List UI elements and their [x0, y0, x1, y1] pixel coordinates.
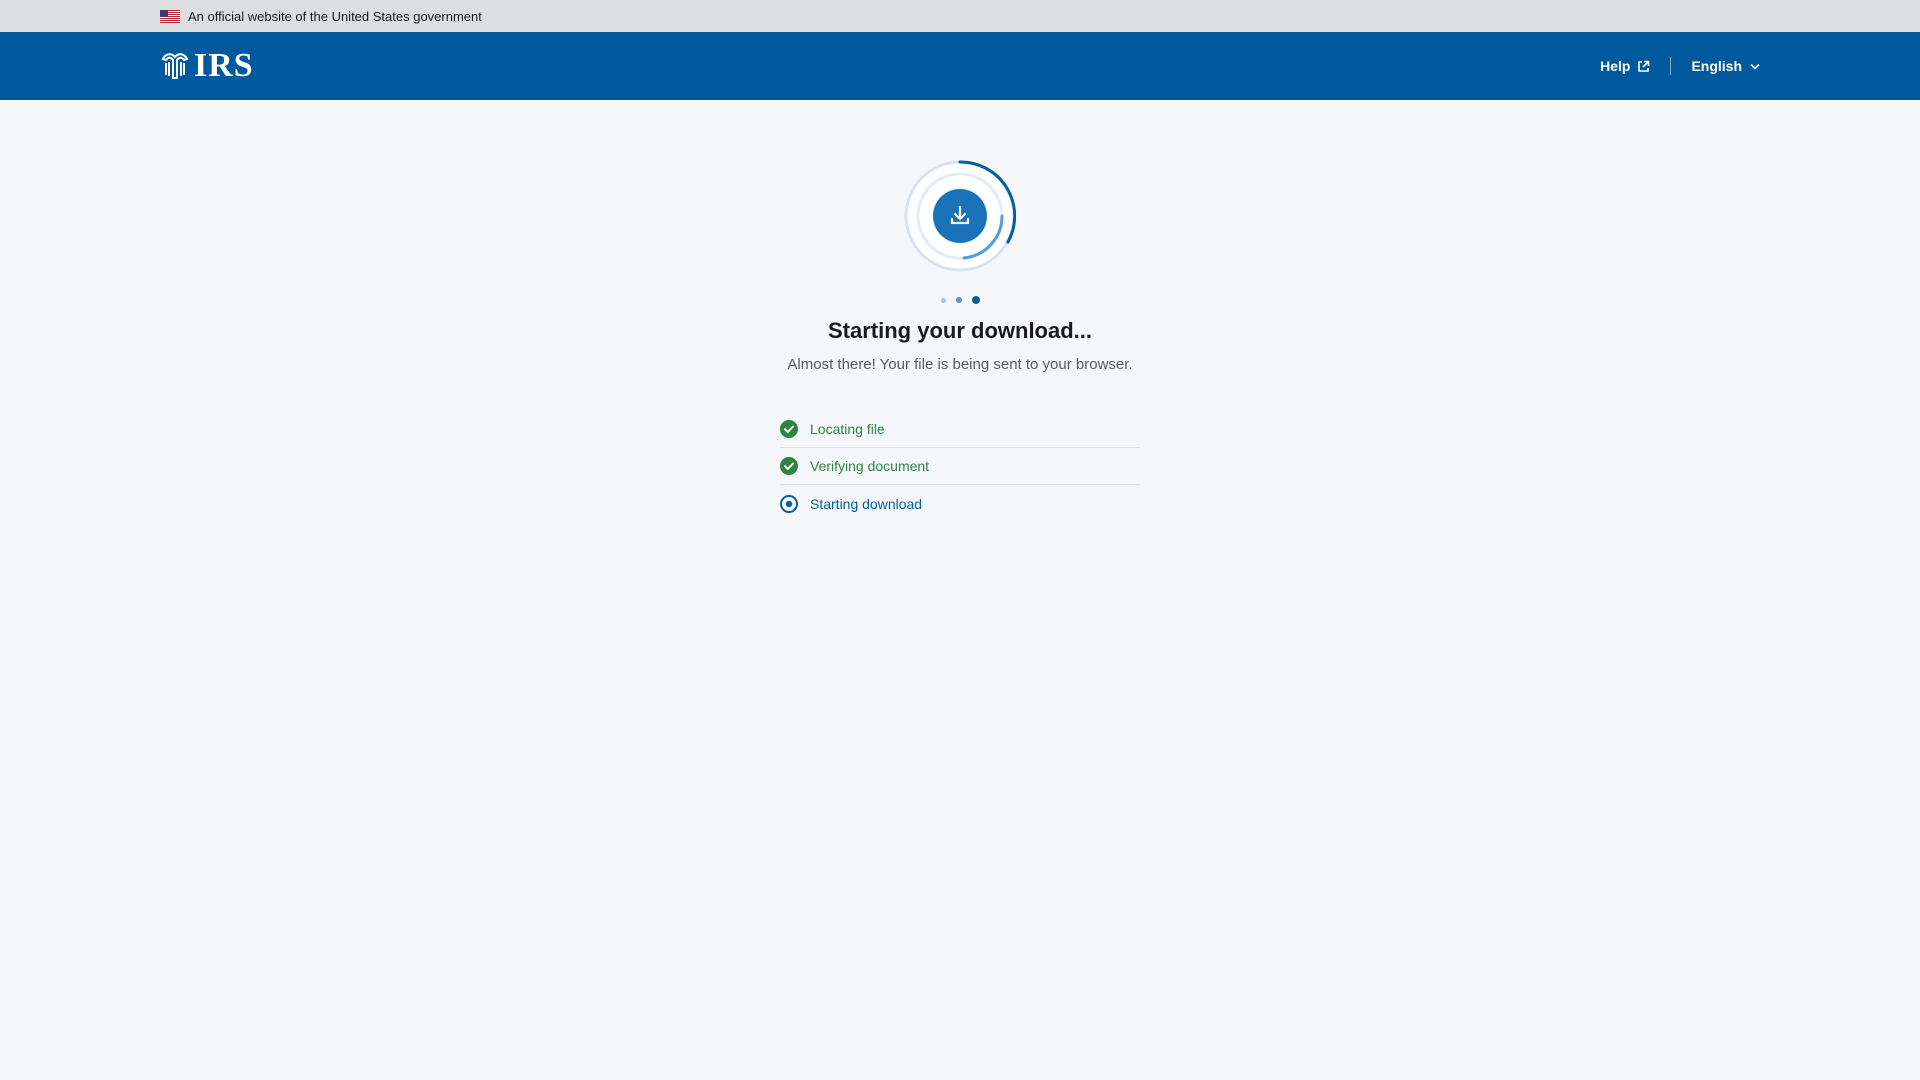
page-title: Starting your download...: [828, 318, 1092, 343]
help-link[interactable]: Help: [1600, 58, 1670, 74]
step-starting-download: Starting download: [780, 485, 1140, 522]
radio-active-icon: [780, 494, 798, 513]
us-flag-icon: [160, 9, 180, 23]
download-status-panel: Starting your download... Almost there! …: [0, 100, 1920, 522]
irs-eagle-icon: [161, 53, 189, 79]
page-subtitle: Almost there! Your file is being sent to…: [787, 356, 1133, 373]
step-label: Verifying document: [810, 458, 930, 474]
chevron-down-icon: [1750, 63, 1760, 70]
step-locating-file: Locating file: [780, 411, 1140, 448]
gov-banner: An official website of the United States…: [0, 0, 1920, 32]
step-dot: [940, 297, 946, 303]
step-label: Locating file: [810, 421, 885, 437]
language-selector[interactable]: English: [1671, 58, 1760, 74]
step-dot-active: [971, 296, 980, 304]
header-nav: Help English: [1600, 57, 1760, 75]
check-circle-icon: [780, 420, 798, 438]
step-dots: [940, 296, 980, 304]
gov-banner-text: An official website of the United States…: [188, 8, 482, 24]
step-dot: [955, 297, 962, 303]
step-verifying-document: Verifying document: [780, 448, 1140, 485]
language-label: English: [1691, 58, 1742, 74]
logo-text: IRS: [194, 47, 254, 84]
progress-steps: Locating file Verifying document Startin…: [780, 411, 1140, 522]
progress-spinner: [904, 160, 1017, 272]
site-header: IRS Help English: [0, 32, 1920, 100]
help-label: Help: [1600, 58, 1631, 74]
external-link-icon: [1638, 60, 1650, 72]
download-icon: [950, 205, 970, 225]
check-circle-icon: [780, 457, 798, 475]
step-label: Starting download: [810, 495, 923, 512]
irs-logo[interactable]: IRS: [160, 47, 254, 85]
